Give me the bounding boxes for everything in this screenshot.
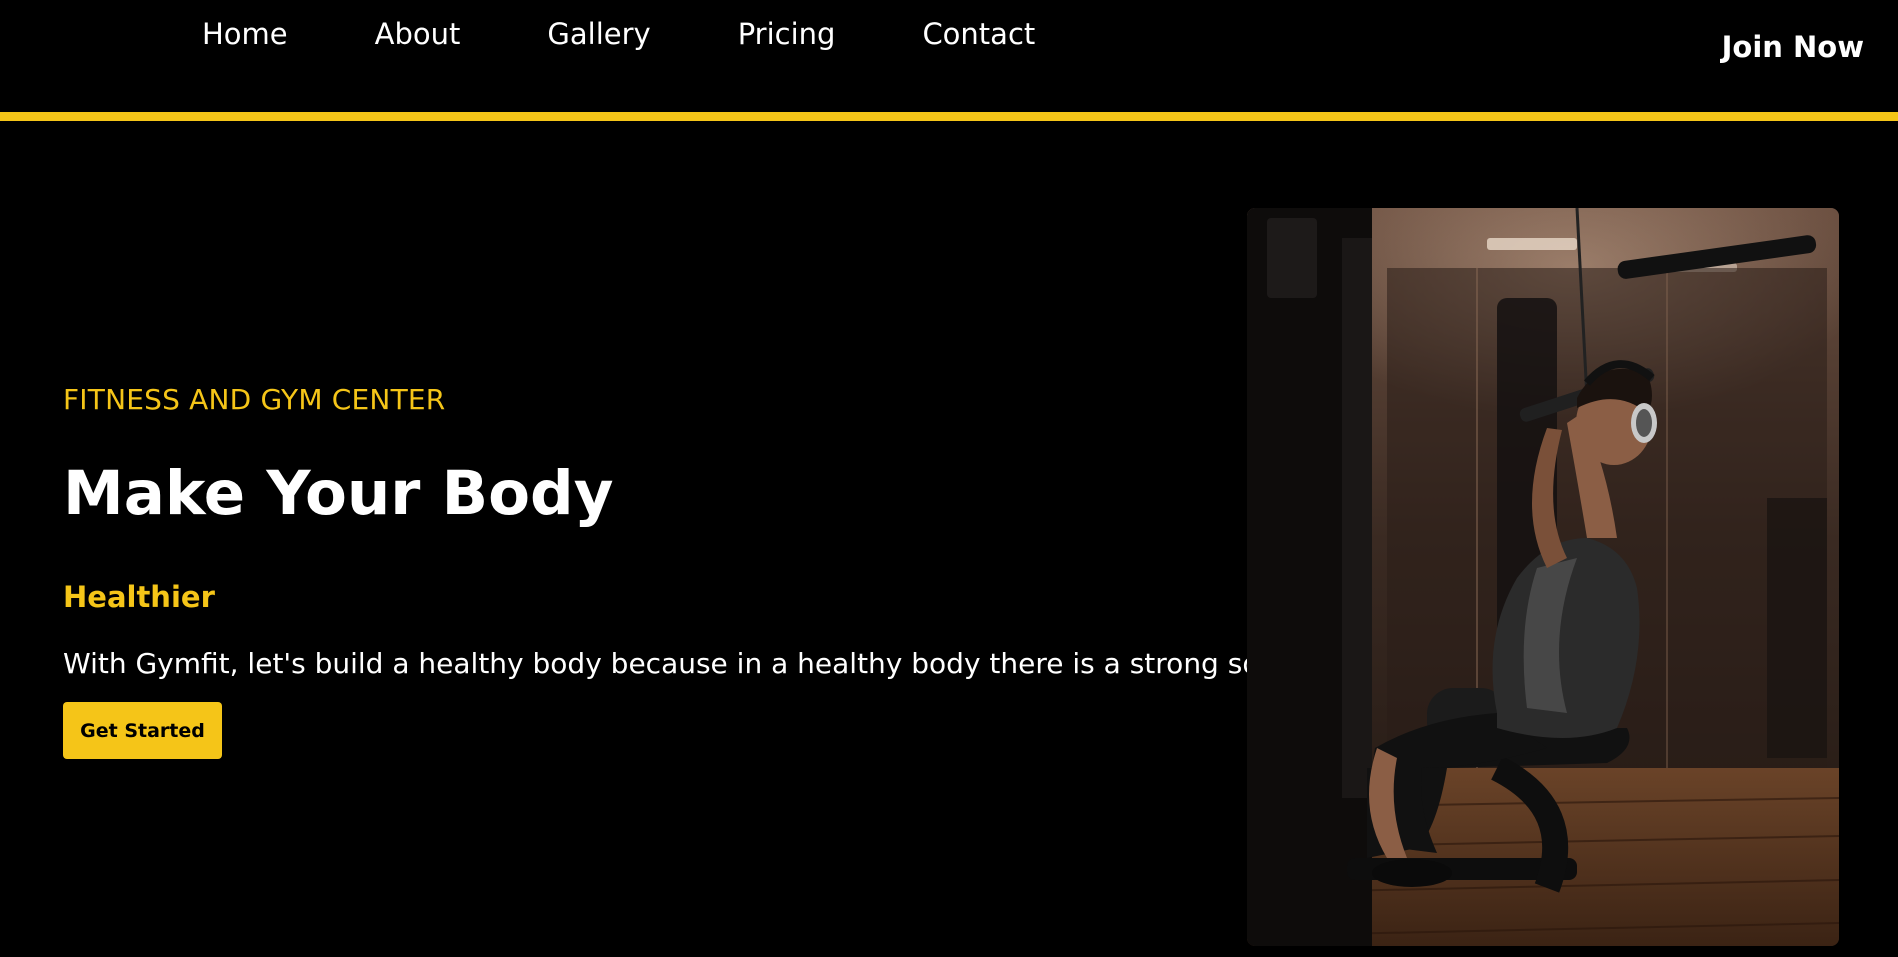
nav-links: Home About Gallery Pricing Contact	[202, 14, 1035, 54]
hero-text: FITNESS AND GYM CENTER Make Your Body He…	[63, 380, 1285, 759]
nav-link-pricing[interactable]: Pricing	[738, 14, 836, 54]
get-started-button[interactable]: Get Started	[63, 702, 222, 759]
nav-link-gallery[interactable]: Gallery	[547, 14, 650, 54]
navbar: Home About Gallery Pricing Contact Join …	[0, 0, 1898, 112]
hero-description: With Gymfit, let's build a healthy body …	[63, 647, 1285, 680]
hero-eyebrow: FITNESS AND GYM CENTER	[63, 383, 446, 416]
page: Home About Gallery Pricing Contact Join …	[0, 0, 1898, 957]
nav-link-home[interactable]: Home	[202, 14, 288, 54]
hero-subhead: Healthier	[63, 580, 215, 614]
hero-headline: Make Your Body	[63, 458, 614, 529]
nav-divider	[0, 112, 1898, 121]
join-now-button[interactable]: Join Now	[1722, 27, 1864, 67]
hero-gym-photo	[1247, 208, 1839, 946]
nav-link-contact[interactable]: Contact	[922, 14, 1035, 54]
nav-link-about[interactable]: About	[375, 14, 461, 54]
